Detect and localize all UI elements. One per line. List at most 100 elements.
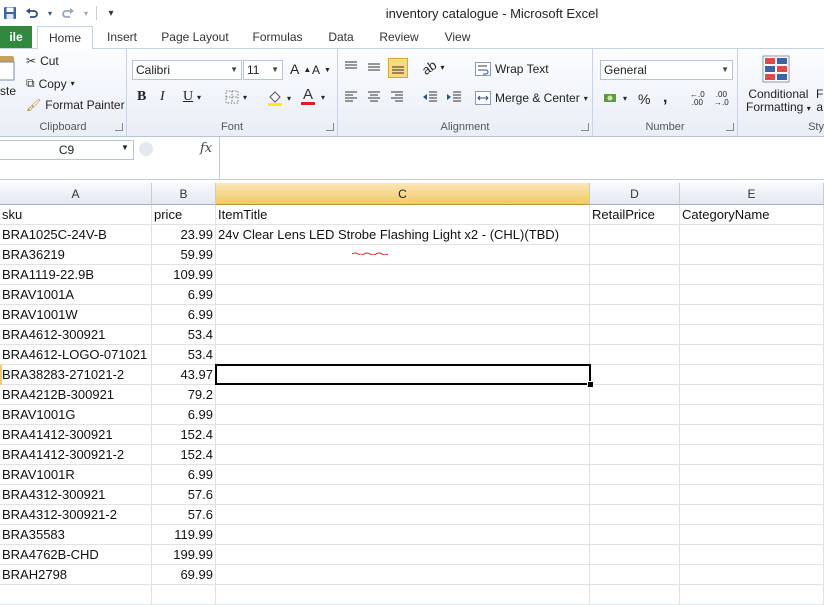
cell-a[interactable]: BRAV1001R: [0, 465, 152, 485]
cell-d[interactable]: [590, 365, 680, 385]
name-box-dropdown-icon[interactable]: ▼: [121, 143, 129, 152]
cell-e[interactable]: [680, 345, 824, 365]
align-bottom-button[interactable]: [388, 58, 408, 78]
tab-view[interactable]: View: [440, 26, 475, 48]
cell-d[interactable]: RetailPrice: [590, 205, 680, 225]
column-header-e[interactable]: E: [680, 183, 824, 205]
accounting-format-button[interactable]: ▾: [603, 91, 627, 105]
cell-b[interactable]: 69.99: [152, 565, 216, 585]
tab-review[interactable]: Review: [377, 26, 421, 48]
cell-a[interactable]: BRAH2798: [0, 565, 152, 585]
cell-c[interactable]: [216, 465, 590, 485]
cell-e[interactable]: [680, 545, 824, 565]
merge-center-button[interactable]: Merge & Center ▾: [475, 91, 588, 105]
cell-c[interactable]: [216, 505, 590, 525]
cell-e[interactable]: [680, 425, 824, 445]
cell-a[interactable]: BRA4312-300921-2: [0, 505, 152, 525]
align-center-button[interactable]: [367, 91, 381, 103]
cell-a[interactable]: BRA4212B-300921: [0, 385, 152, 405]
percent-button[interactable]: %: [638, 91, 650, 107]
cell-d[interactable]: [590, 485, 680, 505]
cell-a[interactable]: [0, 585, 152, 605]
cell-c[interactable]: [216, 385, 590, 405]
cell-b[interactable]: 53.4: [152, 345, 216, 365]
cell-e[interactable]: [680, 585, 824, 605]
cell-d[interactable]: [590, 305, 680, 325]
cell-c[interactable]: [216, 285, 590, 305]
cell-a[interactable]: BRA4612-300921: [0, 325, 152, 345]
cell-a[interactable]: sku: [0, 205, 152, 225]
cell-e[interactable]: [680, 565, 824, 585]
increase-decimal-button[interactable]: ←.0.00: [690, 91, 705, 107]
cut-button[interactable]: ✂ Cut: [26, 54, 59, 68]
cell-d[interactable]: [590, 265, 680, 285]
worksheet-grid[interactable]: A B C D E sku price ItemTitle RetailPrice Ca…: [0, 183, 824, 605]
cell-a[interactable]: BRA1025C-24V-B: [0, 225, 152, 245]
cell-a[interactable]: BRA41412-300921: [0, 425, 152, 445]
cell-b[interactable]: 152.4: [152, 425, 216, 445]
align-top-button[interactable]: [344, 61, 358, 73]
cell-c[interactable]: [216, 265, 590, 285]
cell-c[interactable]: [216, 245, 590, 265]
decrease-decimal-button[interactable]: .00 →.0: [714, 91, 729, 107]
column-header-d[interactable]: D: [590, 183, 680, 205]
shrink-font-button[interactable]: A ▼: [312, 63, 331, 77]
cell-e[interactable]: [680, 245, 824, 265]
underline-dropdown-icon[interactable]: ▾: [197, 93, 201, 102]
formula-input[interactable]: [222, 137, 822, 179]
cell-e[interactable]: [680, 265, 824, 285]
cell-e[interactable]: [680, 405, 824, 425]
copy-button[interactable]: ⧉ Copy ▾: [26, 76, 75, 91]
cell-e[interactable]: [680, 305, 824, 325]
cell-b[interactable]: 53.4: [152, 325, 216, 345]
cell-e[interactable]: CategoryName: [680, 205, 824, 225]
tab-insert[interactable]: Insert: [103, 26, 141, 48]
increase-indent-button[interactable]: [446, 91, 462, 103]
cell-e[interactable]: [680, 525, 824, 545]
cell-e[interactable]: [680, 385, 824, 405]
cell-e[interactable]: [680, 445, 824, 465]
cell-a[interactable]: BRAV1001G: [0, 405, 152, 425]
cell-e[interactable]: [680, 365, 824, 385]
align-right-button[interactable]: [390, 91, 404, 103]
cell-d[interactable]: [590, 385, 680, 405]
cell-b[interactable]: 57.6: [152, 505, 216, 525]
paste-button[interactable]: ste: [0, 54, 16, 98]
cell-a[interactable]: BRA38283-271021-2: [0, 365, 152, 385]
cell-c[interactable]: [216, 485, 590, 505]
cell-a[interactable]: BRA4612-LOGO-071021: [0, 345, 152, 365]
orientation-button[interactable]: ab ▾: [419, 57, 444, 78]
cell-e[interactable]: [680, 465, 824, 485]
column-header-a[interactable]: A: [0, 183, 152, 205]
font-color-dropdown-icon[interactable]: ▾: [321, 93, 325, 102]
number-format-select[interactable]: General ▼: [600, 60, 733, 80]
cell-c[interactable]: [216, 405, 590, 425]
cell-e[interactable]: [680, 505, 824, 525]
align-left-button[interactable]: [344, 91, 358, 103]
cell-b[interactable]: 43.97: [152, 365, 216, 385]
cell-b[interactable]: 57.6: [152, 485, 216, 505]
active-cell-selection[interactable]: [215, 364, 591, 385]
cell-c[interactable]: 24v Clear Lens LED Strobe Flashing Light…: [216, 225, 590, 245]
cell-c[interactable]: [216, 425, 590, 445]
format-as-table-button[interactable]: F a: [816, 88, 823, 114]
conditional-formatting-button[interactable]: Conditional Formatting ▾: [746, 88, 811, 115]
cell-b[interactable]: 119.99: [152, 525, 216, 545]
cell-d[interactable]: [590, 465, 680, 485]
cell-c[interactable]: [216, 345, 590, 365]
borders-button[interactable]: ▾: [225, 90, 247, 104]
cell-d[interactable]: [590, 405, 680, 425]
decrease-indent-button[interactable]: [422, 91, 438, 103]
insert-function-button[interactable]: fx: [200, 141, 212, 156]
cell-a[interactable]: BRA36219: [0, 245, 152, 265]
cell-d[interactable]: [590, 345, 680, 365]
cell-c[interactable]: [216, 565, 590, 585]
cell-b[interactable]: 59.99: [152, 245, 216, 265]
bold-button[interactable]: B: [137, 89, 146, 105]
cell-b[interactable]: 152.4: [152, 445, 216, 465]
cell-d[interactable]: [590, 325, 680, 345]
cell-b[interactable]: 109.99: [152, 265, 216, 285]
cell-b[interactable]: 6.99: [152, 285, 216, 305]
cell-d[interactable]: [590, 285, 680, 305]
italic-button[interactable]: I: [160, 89, 165, 105]
